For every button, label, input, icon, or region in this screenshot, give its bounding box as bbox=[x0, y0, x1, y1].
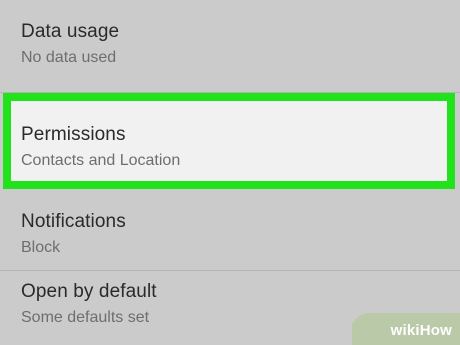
setting-item-subtitle: No data used bbox=[21, 49, 117, 66]
setting-item-title: Data usage bbox=[21, 21, 120, 42]
setting-item-permissions[interactable]: Permissions Contacts and Location bbox=[11, 123, 447, 171]
setting-item-title: Open by default bbox=[21, 281, 157, 302]
setting-item-data-usage[interactable]: Data usage No data used bbox=[0, 20, 460, 68]
setting-item-subtitle: Block bbox=[21, 239, 61, 256]
watermark-how-text: How bbox=[419, 322, 452, 339]
setting-item-notifications[interactable]: Notifications Block bbox=[0, 210, 460, 258]
watermark-wiki-text: wiki bbox=[390, 322, 420, 339]
wikihow-watermark: wikiHow bbox=[352, 305, 460, 345]
divider bbox=[0, 270, 460, 271]
highlight-box: Permissions Contacts and Location bbox=[3, 93, 455, 189]
setting-item-subtitle: Contacts and Location bbox=[21, 152, 181, 169]
watermark-logo: wikiHow bbox=[391, 322, 452, 339]
app-settings-screen: Data usage No data used Permissions Cont… bbox=[0, 0, 460, 345]
setting-item-title: Permissions bbox=[21, 124, 126, 145]
setting-item-title: Notifications bbox=[21, 211, 126, 232]
